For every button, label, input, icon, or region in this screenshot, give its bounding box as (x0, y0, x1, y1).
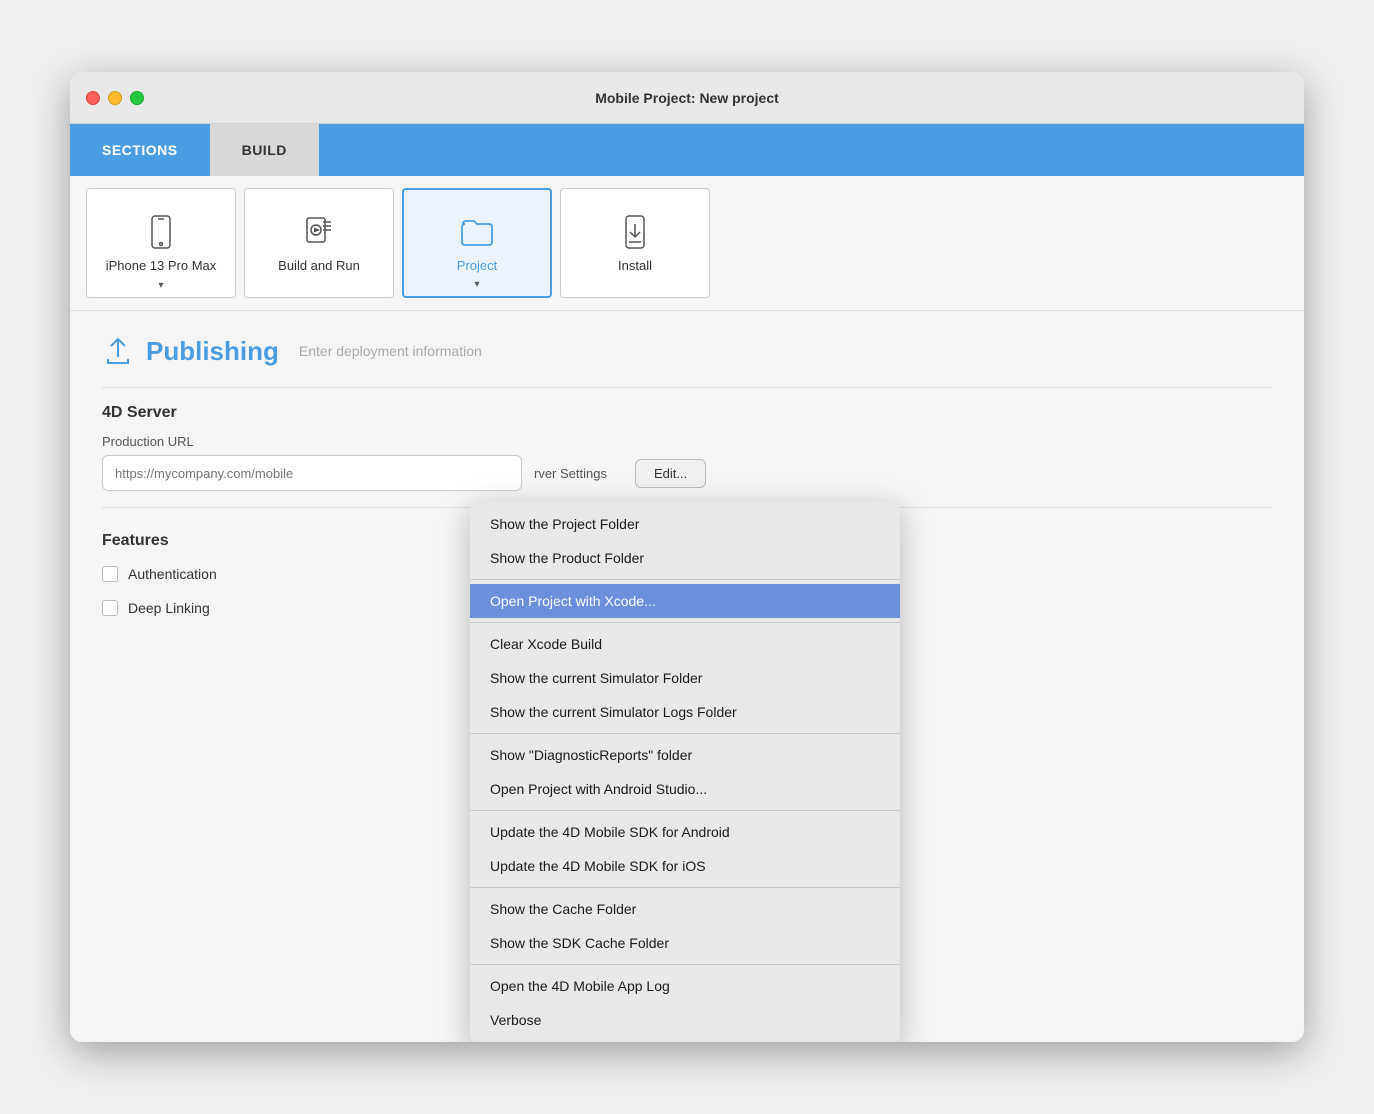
separator-5 (470, 887, 900, 888)
install-icon (617, 214, 653, 250)
toolbar-btn-iphone[interactable]: iPhone 13 Pro Max ▾ (86, 188, 236, 298)
minimize-button[interactable] (108, 91, 122, 105)
separator-6 (470, 964, 900, 965)
server-settings-text: rver Settings (534, 466, 607, 481)
prod-url-input[interactable] (102, 455, 522, 491)
menu-item-show-product-folder[interactable]: Show the Product Folder (470, 541, 900, 575)
menu-item-open-android-studio[interactable]: Open Project with Android Studio... (470, 772, 900, 806)
menu-item-update-android-sdk[interactable]: Update the 4D Mobile SDK for Android (470, 815, 900, 849)
toolbar-btn-project[interactable]: Project ▾ (402, 188, 552, 298)
menu-item-verbose[interactable]: Verbose (470, 1003, 900, 1037)
separator-2 (470, 622, 900, 623)
tab-sections[interactable]: SECTIONS (70, 124, 210, 176)
prod-url-label: Production URL (102, 434, 1272, 449)
menu-item-update-ios-sdk[interactable]: Update the 4D Mobile SDK for iOS (470, 849, 900, 883)
menu-item-show-diagnostic[interactable]: Show "DiagnosticReports" folder (470, 738, 900, 772)
build-icon (301, 214, 337, 250)
traffic-lights (86, 91, 144, 105)
toolbar: iPhone 13 Pro Max ▾ Build and Run Projec… (70, 176, 1304, 311)
auth-label: Authentication (128, 566, 217, 582)
edit-button[interactable]: Edit... (635, 459, 706, 488)
toolbar-btn-build-run[interactable]: Build and Run (244, 188, 394, 298)
server-section: 4D Server Production URL rver Settings E… (102, 404, 1272, 491)
deep-linking-checkbox[interactable] (102, 600, 118, 616)
menu-item-open-app-log[interactable]: Open the 4D Mobile App Log (470, 969, 900, 1003)
menu-item-show-simulator-logs[interactable]: Show the current Simulator Logs Folder (470, 695, 900, 729)
main-window: Mobile Project: New project SECTIONS BUI… (70, 72, 1304, 1042)
menu-item-show-simulator-folder[interactable]: Show the current Simulator Folder (470, 661, 900, 695)
auth-checkbox[interactable] (102, 566, 118, 582)
main-content: Publishing Enter deployment information … (70, 311, 1304, 658)
folder-icon (459, 214, 495, 250)
iphone-dropdown-arrow: ▾ (158, 280, 163, 291)
tab-bar: SECTIONS BUILD (70, 124, 1304, 176)
upload-icon (102, 335, 134, 367)
section-header: Publishing Enter deployment information (102, 335, 1272, 367)
window-title: Mobile Project: New project (595, 90, 779, 106)
server-title: 4D Server (102, 404, 1272, 422)
toolbar-btn-install[interactable]: Install (560, 188, 710, 298)
project-dropdown-arrow: ▾ (474, 279, 479, 290)
separator-4 (470, 810, 900, 811)
section-subtitle: Enter deployment information (299, 343, 482, 359)
menu-item-show-sdk-cache[interactable]: Show the SDK Cache Folder (470, 926, 900, 960)
project-dropdown-menu: Show the Project Folder Show the Product… (470, 501, 900, 1042)
phone-icon (143, 214, 179, 250)
maximize-button[interactable] (130, 91, 144, 105)
title-bar: Mobile Project: New project (70, 72, 1304, 124)
deep-linking-label: Deep Linking (128, 600, 210, 616)
tab-build[interactable]: BUILD (210, 124, 319, 176)
separator-1 (470, 579, 900, 580)
menu-item-open-xcode[interactable]: Open Project with Xcode... (470, 584, 900, 618)
menu-item-show-project-folder[interactable]: Show the Project Folder (470, 507, 900, 541)
close-button[interactable] (86, 91, 100, 105)
menu-item-show-cache[interactable]: Show the Cache Folder (470, 892, 900, 926)
separator-3 (470, 733, 900, 734)
divider-1 (102, 387, 1272, 388)
section-title: Publishing (146, 336, 279, 367)
menu-item-clear-xcode[interactable]: Clear Xcode Build (470, 627, 900, 661)
server-row: rver Settings Edit... (102, 455, 1272, 491)
